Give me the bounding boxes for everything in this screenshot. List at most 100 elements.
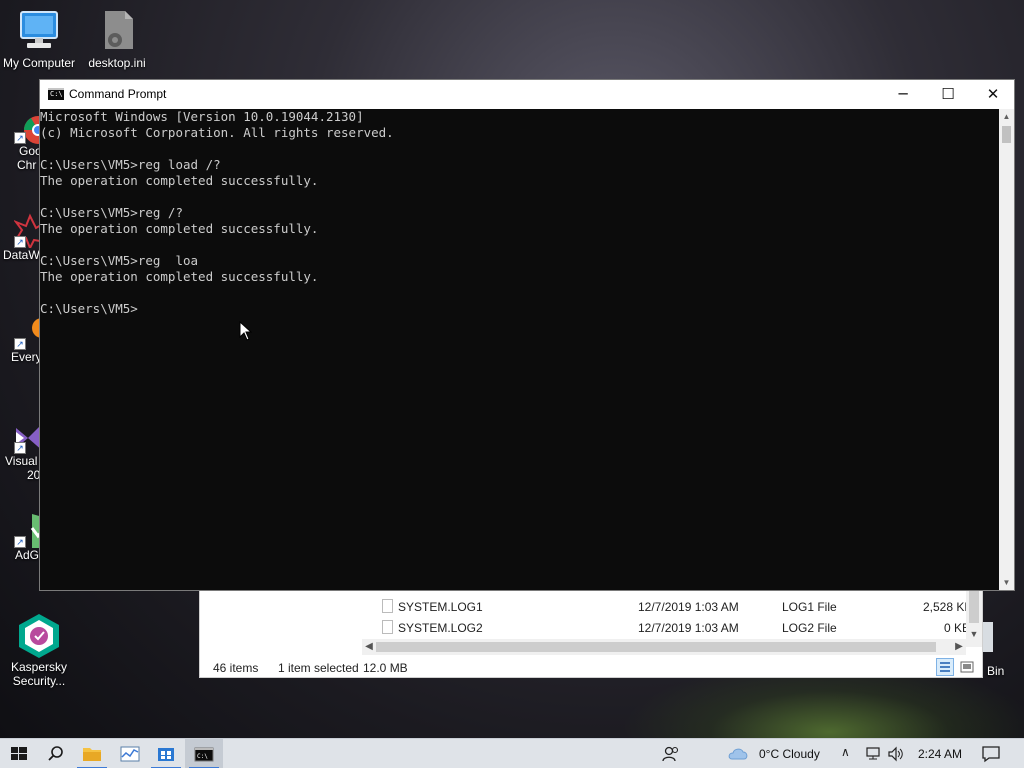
window-title: Command Prompt [69,87,167,101]
scrollbar-thumb[interactable] [1002,126,1011,143]
title-bar[interactable]: C:\ Command Prompt ─ ☐ ✕ [40,80,1014,109]
chevron-up-icon: ∧ [841,745,850,759]
file-date: 12/7/2019 1:03 AM [638,600,739,614]
desktop-icon-label: Goo [19,144,42,158]
console-line: The operation completed successfully. [40,173,319,188]
shortcut-arrow-icon: ↗ [14,236,26,248]
minimize-button[interactable]: ─ [880,80,926,109]
console-vertical-scrollbar[interactable]: ▲ ▼ [999,109,1014,590]
scroll-right-icon[interactable]: ▶ [952,639,966,655]
item-count: 46 items [213,661,259,675]
desktop-icon-visual-studio[interactable]: ↗ Visual 20 [0,418,52,482]
maximize-button[interactable]: ☐ [925,80,971,109]
desktop-icon-kaspersky[interactable]: Kaspersky Security... [0,612,78,688]
store-app-icon [158,748,174,761]
taskbar-command-prompt[interactable]: C:\ [185,739,223,768]
performance-monitor-icon [120,746,140,762]
shortcut-arrow-icon: ↗ [14,338,26,350]
scroll-up-icon[interactable]: ▲ [999,109,1014,124]
taskbar-app-3[interactable] [147,739,185,768]
desktop-icon-label: AdG [15,548,40,562]
weather-widget[interactable]: 0°C Cloudy [726,739,836,768]
recycle-bin-icon [983,622,993,652]
shortcut-arrow-icon: ↗ [14,132,26,144]
file-size: 2,528 KB [923,600,973,614]
command-prompt-window[interactable]: C:\ Command Prompt ─ ☐ ✕ Microsoft Windo… [39,79,1015,591]
settings-file-icon [95,8,139,52]
file-icon [382,620,393,634]
file-name: SYSTEM.LOG2 [398,621,483,635]
desktop-icon-everything[interactable]: ↗ Every [0,314,52,364]
selection-count: 1 item selected [278,661,359,675]
windows-logo-icon [11,747,27,760]
shortcut-arrow-icon: ↗ [14,536,26,548]
clock[interactable]: 2:24 AM [918,747,962,761]
scroll-left-icon[interactable]: ◀ [362,639,376,655]
taskbar-file-explorer[interactable] [73,739,111,768]
desktop-icon-label: desktop.ini [88,56,146,70]
start-button[interactable] [0,739,38,768]
weather-text: 0°C Cloudy [759,747,820,761]
details-view-icon [940,662,950,672]
file-name: SYSTEM.LOG1 [398,600,483,614]
large-icons-view-button[interactable] [958,658,976,676]
desktop-icon-label: Security... [12,674,66,688]
folder-icon [83,748,101,761]
console-line: (c) Microsoft Corporation. All rights re… [40,125,394,140]
cmd-app-icon: C:\ [48,88,64,100]
desktop-icon-desktop-ini[interactable]: desktop.ini [78,8,156,70]
console-line: C:\Users\VM5>reg /? [40,205,183,220]
scroll-down-icon[interactable]: ▼ [999,575,1014,590]
desktop-icon-label: My Computer [2,56,76,70]
console-line: C:\Users\VM5> [40,301,138,316]
search-button[interactable] [37,739,75,768]
desktop-icon-google-chrome[interactable]: ↗ Goo Chr [0,108,52,172]
action-center-button[interactable] [980,744,1002,764]
desktop-icon-adguard[interactable]: ↗ AdG [0,512,54,562]
desktop-icon-dataw[interactable]: ↗ DataW [0,212,49,262]
close-button[interactable]: ✕ [970,80,1016,109]
desktop-icon-label: Kaspersky [10,660,68,674]
console-line: The operation completed successfully. [40,221,319,236]
explorer-horizontal-scrollbar[interactable]: ◀ ▶ [362,639,966,655]
show-hidden-icons-button[interactable]: ∧ [841,745,857,763]
console-line: The operation completed successfully. [40,269,319,284]
file-date: 12/7/2019 1:03 AM [638,621,739,635]
explorer-status-bar: 46 items 1 item selected 12.0 MB [200,657,982,677]
desktop-icon-label: DataW [3,248,40,262]
desktop-icon-recycle-bin[interactable]: Bin [983,618,1024,680]
network-button[interactable] [864,745,884,763]
scrollbar-thumb[interactable] [376,642,936,652]
details-view-button[interactable] [936,658,954,676]
shortcut-arrow-icon: ↗ [14,442,26,454]
file-icon [382,599,393,613]
network-icon [866,747,880,760]
desktop-icon-label: Bin [987,664,1005,678]
kaspersky-icon [17,612,61,658]
table-row[interactable]: SYSTEM.LOG2 12/7/2019 1:03 AM LOG2 File … [378,617,970,638]
speaker-icon [888,746,903,762]
taskbar-app-2[interactable] [111,739,149,768]
notification-icon [982,746,1000,763]
people-button[interactable] [660,743,682,765]
scrollbar-thumb[interactable] [969,589,979,623]
large-icons-view-icon [960,661,974,673]
explorer-vertical-scrollbar[interactable]: ▼ [966,589,982,647]
file-explorer-window[interactable]: SYSTEM.LOG1 12/7/2019 1:03 AM LOG1 File … [199,588,983,678]
desktop-icon-my-computer[interactable]: My Computer [0,8,78,70]
monitor-icon [17,8,61,52]
file-type: LOG1 File [782,600,837,614]
console-line: Microsoft Windows [Version 10.0.19044.21… [40,109,364,124]
cloud-icon [728,748,748,760]
scroll-down-icon[interactable]: ▼ [966,629,982,643]
svg-text:C:\: C:\ [197,753,208,760]
console-output[interactable]: Microsoft Windows [Version 10.0.19044.21… [40,109,998,590]
desktop-icon-label: Every [11,350,42,364]
taskbar: C:\ 0°C Cloudy ∧ 2:24 AM [0,738,1024,768]
volume-button[interactable] [886,745,906,763]
table-row[interactable]: SYSTEM.LOG1 12/7/2019 1:03 AM LOG1 File … [378,596,973,617]
